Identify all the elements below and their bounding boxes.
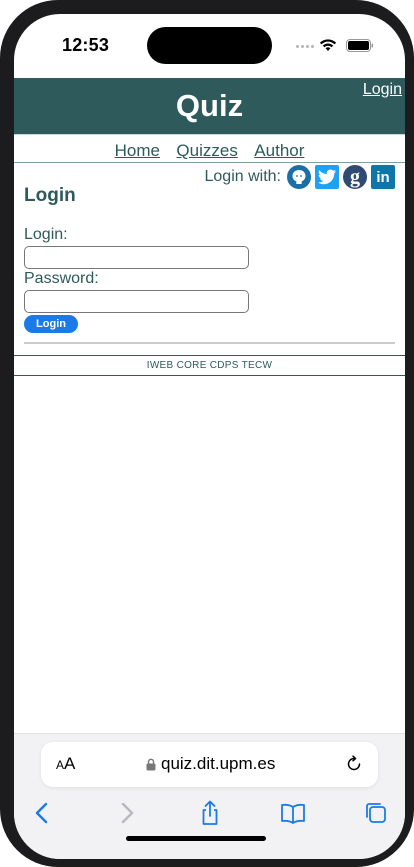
status-time: 12:53 (62, 35, 110, 55)
page-heading: Login (24, 185, 76, 206)
header-login-link[interactable]: Login (363, 81, 402, 99)
site-nav: Home Quizzes Author (14, 135, 405, 163)
share-icon[interactable] (197, 800, 223, 826)
site-header: Quiz Login (14, 78, 405, 135)
login-label: Login: (24, 226, 68, 243)
lock-icon (146, 758, 156, 771)
content-divider (24, 342, 395, 344)
forward-icon[interactable] (114, 800, 140, 826)
url-text: quiz.dit.upm.es (161, 754, 276, 773)
social-login-label: Login with: (204, 168, 282, 185)
linkedin-icon[interactable]: in (371, 165, 395, 189)
bookmarks-icon[interactable] (280, 800, 306, 826)
github-icon[interactable] (287, 165, 311, 189)
tabs-icon[interactable] (363, 800, 389, 826)
social-login: Login with: g in (204, 165, 395, 189)
nav-home-link[interactable]: Home (115, 141, 160, 160)
login-submit-button[interactable]: Login (24, 315, 78, 333)
safari-toolbar (14, 800, 405, 828)
page-settings-button[interactable]: AA (56, 754, 75, 774)
address-bar[interactable]: AA quiz.dit.upm.es (41, 742, 378, 787)
login-input[interactable] (24, 246, 249, 269)
password-input[interactable] (24, 290, 249, 313)
google-icon[interactable]: g (343, 165, 367, 189)
nav-author-link[interactable]: Author (254, 141, 304, 160)
twitter-icon[interactable] (315, 165, 339, 189)
web-page: Quiz Login Home Quizzes Author Login wit… (14, 78, 405, 376)
cellular-signal-icon (296, 45, 314, 48)
login-section: Login with: g in Login Login: Password: … (14, 163, 405, 355)
password-label: Password: (24, 270, 99, 287)
dynamic-island (147, 27, 272, 64)
battery-icon (346, 39, 374, 52)
site-title: Quiz (175, 88, 244, 123)
linkedin-icon-glyph: in (376, 168, 390, 186)
google-icon-glyph: g (350, 165, 360, 188)
back-icon[interactable] (29, 800, 55, 826)
nav-quizzes-link[interactable]: Quizzes (176, 141, 237, 160)
phone-frame: 12:53 Quiz Login Home Quizzes Author Log… (0, 0, 414, 867)
status-bar: 12:53 (14, 14, 405, 76)
screen: 12:53 Quiz Login Home Quizzes Author Log… (14, 14, 405, 859)
wifi-icon (319, 39, 337, 51)
site-footer: IWEB CORE CDPS TECW (14, 355, 405, 376)
home-indicator (126, 836, 266, 841)
reload-icon[interactable] (345, 755, 363, 773)
